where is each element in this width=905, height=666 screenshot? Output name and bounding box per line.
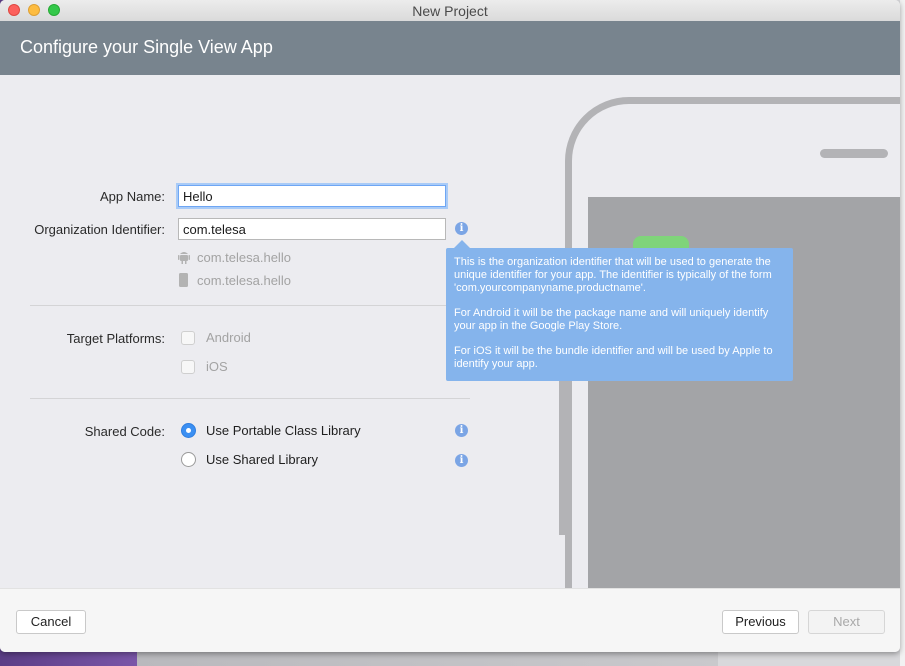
background-window-edge — [900, 0, 905, 666]
app-name-label: App Name: — [99, 189, 165, 204]
android-checkbox-label: Android — [206, 330, 251, 345]
shared-code-label: Shared Code: — [84, 424, 165, 439]
portable-class-library-radio[interactable] — [181, 423, 196, 438]
ios-bundle-id: com.telesa.hello — [197, 273, 291, 288]
previous-button[interactable]: Previous — [722, 610, 799, 634]
divider — [30, 305, 470, 306]
dialog-header: Configure your Single View App — [0, 21, 900, 75]
org-id-label: Organization Identifier: — [34, 222, 165, 237]
window-title: New Project — [412, 3, 488, 19]
shared-library-info-icon[interactable]: i — [455, 454, 468, 467]
android-checkbox[interactable] — [181, 331, 195, 345]
title-bar[interactable]: New Project — [0, 0, 900, 22]
phone-icon — [179, 273, 188, 287]
tooltip-arrow — [454, 240, 470, 248]
dialog-content: App Name: Organization Identifier: i com… — [0, 75, 900, 588]
android-package-id: com.telesa.hello — [197, 250, 291, 265]
next-button[interactable]: Next — [808, 610, 885, 634]
divider — [30, 398, 470, 399]
tooltip-paragraph: This is the organization identifier that… — [454, 256, 772, 294]
tooltip-paragraph: For iOS it will be the bundle identifier… — [454, 345, 773, 370]
target-platforms-label: Target Platforms: — [66, 331, 165, 346]
org-id-info-icon[interactable]: i — [455, 222, 468, 235]
phone-side-button — [559, 375, 566, 535]
phone-speaker — [820, 149, 888, 158]
ios-checkbox[interactable] — [181, 360, 195, 374]
new-project-dialog: New Project Configure your Single View A… — [0, 0, 900, 652]
page-title: Configure your Single View App — [20, 37, 273, 57]
portable-class-library-label: Use Portable Class Library — [206, 423, 361, 438]
ios-checkbox-label: iOS — [206, 359, 228, 374]
shared-library-radio[interactable] — [181, 452, 196, 467]
desktop-background: New Project Configure your Single View A… — [0, 0, 905, 666]
org-id-tooltip: This is the organization identifier that… — [446, 248, 793, 381]
shared-library-label: Use Shared Library — [206, 452, 318, 467]
portable-class-library-info-icon[interactable]: i — [455, 424, 468, 437]
dialog-footer: Cancel Previous Next — [0, 588, 900, 652]
tooltip-paragraph: For Android it will be the package name … — [454, 307, 769, 332]
org-id-input[interactable] — [178, 218, 446, 240]
android-icon — [178, 252, 190, 264]
app-name-input[interactable] — [178, 185, 446, 207]
cancel-button[interactable]: Cancel — [16, 610, 86, 634]
